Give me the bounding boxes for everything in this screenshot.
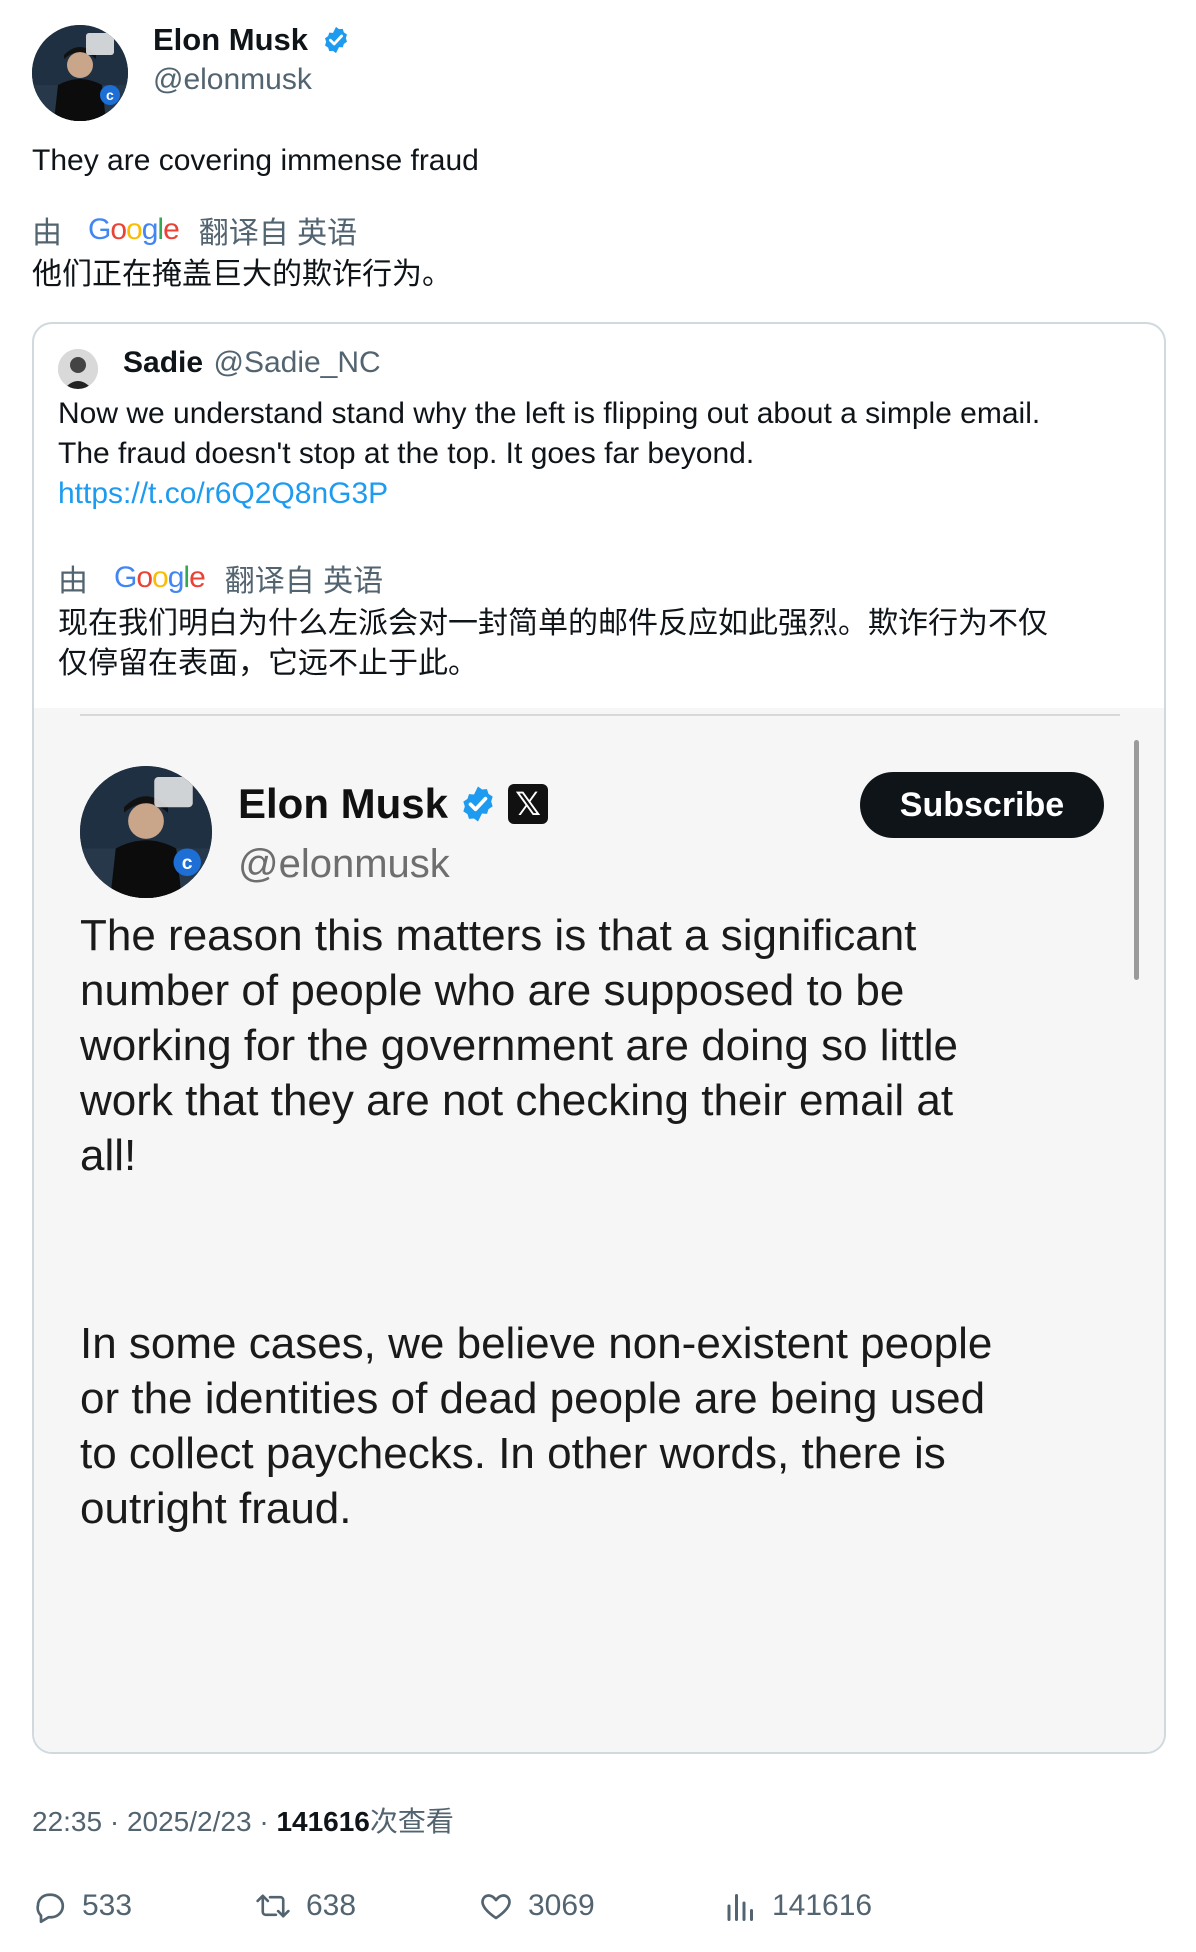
media-line: or the identities of dead people are bei… [80, 1374, 986, 1423]
media-author-name: Elon Musk 𝕏 [238, 780, 549, 828]
media-author-name-text: Elon Musk [238, 780, 449, 827]
meta-separator: · [109, 1806, 120, 1837]
media-paragraph-1: The reason this matters is that a signif… [80, 908, 1140, 1183]
quote-avatar-image [58, 349, 98, 389]
x-logo-icon: 𝕏 [508, 784, 549, 824]
author-handle[interactable]: @elonmusk [153, 63, 312, 97]
translate-prefix: 由 [58, 565, 88, 598]
media-subscribe-button: Subscribe [860, 772, 1104, 838]
retweet-count: 638 [306, 1889, 357, 1922]
quoted-tweet-card[interactable]: Sadie @Sadie_NC Now we understand stand … [32, 322, 1166, 1754]
view-count-suffix: 次查看 [369, 1806, 454, 1837]
reply-icon [36, 1893, 65, 1924]
media-line: outright fraud. [80, 1484, 352, 1533]
author-avatar-image: c [32, 25, 128, 121]
quote-translation: 现在我们明白为什么左派会对一封简单的邮件反应如此强烈。欺诈行为不仅 仅停留在表面… [58, 604, 1148, 684]
media-author-handle: @elonmusk [238, 842, 450, 886]
author-name[interactable]: Elon Musk [153, 22, 351, 58]
media-verified-badge-icon [463, 786, 493, 822]
media-top-divider [80, 714, 1120, 716]
quote-text-line: The fraud doesn't stop at the top. It go… [58, 437, 755, 470]
view-count: 141616 [276, 1806, 370, 1837]
media-line: all! [80, 1131, 137, 1180]
tweet-text: They are covering immense fraud [32, 144, 479, 177]
heart-icon [481, 1894, 511, 1920]
media-paragraph-2: In some cases, we believe non-existent p… [80, 1316, 1140, 1536]
quote-avatar[interactable] [58, 349, 98, 389]
translate-prefix: 由 [32, 217, 62, 250]
like-count: 3069 [528, 1889, 595, 1922]
quote-translation-line: 仅停留在表面，它远不止于此。 [58, 647, 478, 680]
views-button[interactable]: 141616 [724, 1888, 872, 1924]
tweet-translation: 他们正在掩盖巨大的欺诈行为。 [32, 258, 452, 291]
retweet-icon [256, 1894, 290, 1918]
google-logo: Google [88, 213, 180, 246]
reply-button[interactable]: 533 [32, 1888, 132, 1924]
quote-text-line: Now we understand stand why the left is … [58, 397, 1041, 430]
translate-suffix: 翻译自 英语 [198, 217, 358, 250]
quote-text: Now we understand stand why the left is … [58, 394, 1148, 514]
quote-translation-attribution: 由 Google 翻译自 英语 [58, 556, 383, 600]
tweet-date[interactable]: 2025/2/23 [127, 1806, 252, 1837]
verified-badge-icon [324, 26, 347, 53]
media-avatar-image: c [80, 766, 212, 898]
tweet-meta: 22:35 · 2025/2/23 · 141616次查看 [32, 1800, 454, 1840]
quote-translation-line: 现在我们明白为什么左派会对一封简单的邮件反应如此强烈。欺诈行为不仅 [58, 607, 1048, 640]
media-avatar: c [80, 766, 212, 898]
media-line: working for the government are doing so … [80, 1021, 959, 1070]
quote-header: Sadie @Sadie_NC [123, 346, 381, 380]
google-logo: Google [114, 561, 206, 594]
quote-author-handle[interactable]: @Sadie_NC [214, 346, 381, 379]
author-name-text: Elon Musk [153, 22, 309, 57]
media-line: work that they are not checking their em… [80, 1076, 954, 1125]
quote-link[interactable]: https://t.co/r6Q2Q8nG3P [58, 474, 1148, 514]
like-button[interactable]: 3069 [478, 1888, 595, 1924]
translation-attribution: 由 Google 翻译自 英语 [32, 208, 357, 252]
tweet-time[interactable]: 22:35 [32, 1806, 102, 1837]
media-line: to collect paychecks. In other words, th… [80, 1429, 946, 1478]
author-avatar[interactable]: c [32, 25, 128, 121]
quote-media-image[interactable]: c Elon Musk 𝕏 @elonmusk Subscribe The re… [34, 708, 1164, 1752]
retweet-button[interactable]: 638 [254, 1888, 356, 1924]
analytics-icon [727, 1894, 753, 1921]
quote-author-name[interactable]: Sadie [123, 346, 203, 379]
views-count: 141616 [772, 1889, 873, 1922]
meta-separator: · [259, 1806, 269, 1837]
translate-suffix: 翻译自 英语 [224, 565, 384, 598]
media-line: In some cases, we believe non-existent p… [80, 1319, 993, 1368]
media-line: number of people who are supposed to be [80, 966, 905, 1015]
media-line: The reason this matters is that a signif… [80, 911, 917, 960]
reply-count: 533 [82, 1889, 133, 1922]
svg-text:c: c [106, 87, 114, 103]
svg-text:c: c [182, 853, 193, 874]
